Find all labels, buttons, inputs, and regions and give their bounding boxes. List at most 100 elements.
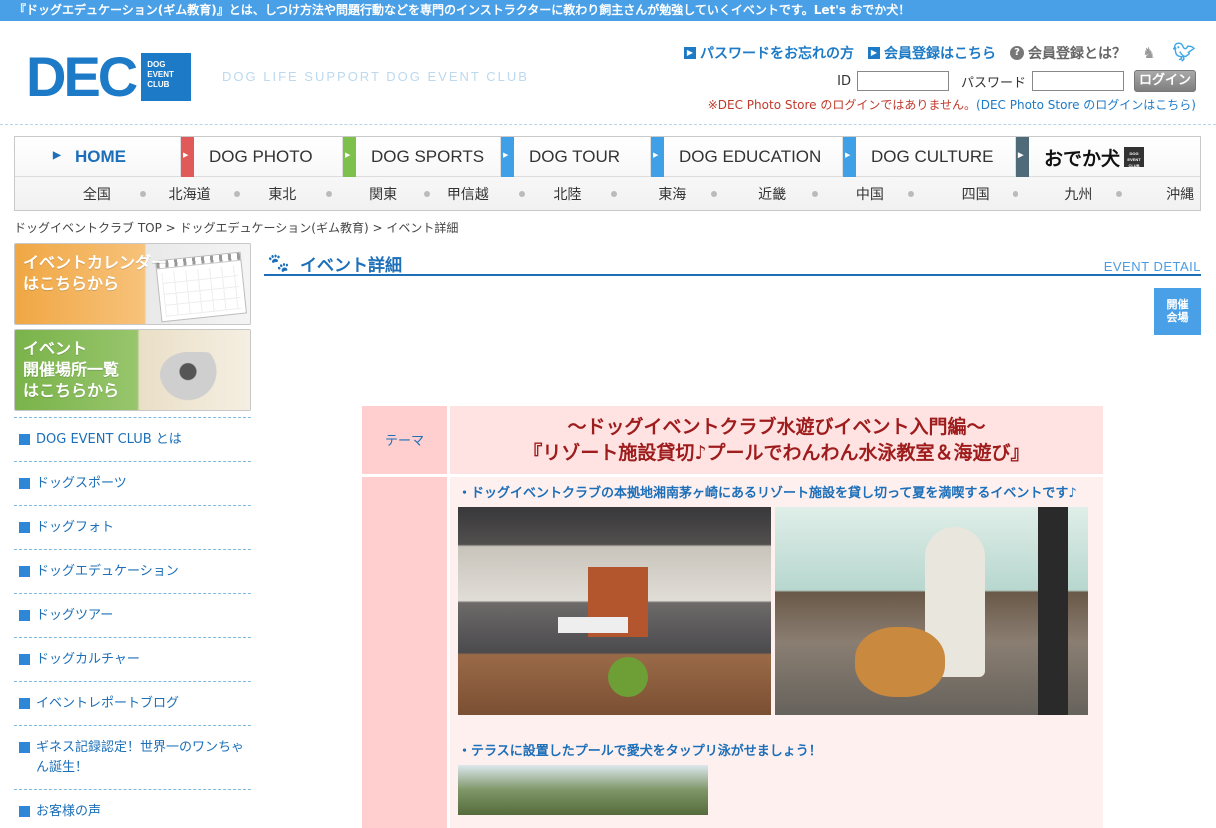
password-input[interactable]: [1032, 71, 1124, 91]
event-calendar-banner-text: イベントカレンダー はこちらから: [23, 253, 168, 293]
venue-list-banner-text: イベント 開催場所一覧 はこちらから: [23, 339, 120, 400]
main-heading: 🐾︎ イベント詳細 EVENT DETAIL: [264, 250, 1201, 276]
side-menu-item[interactable]: ドッグカルチャー: [14, 638, 251, 682]
square-bullet-icon: [19, 566, 30, 577]
pool-description: ・テラスに設置したプールで愛犬をタップリ泳がせましょう！: [458, 744, 822, 759]
nav-dog-culture-label: DOG CULTURE: [871, 147, 994, 166]
about-membership-label: 会員登録とは？: [1028, 46, 1126, 62]
forgot-password-label: パスワードをお忘れの方: [700, 46, 854, 62]
twitter-icon[interactable]: 🐦︎: [1172, 43, 1196, 63]
side-menu-item[interactable]: ドッグエデュケーション: [14, 550, 251, 594]
global-nav: ▶ HOME DOG PHOTO DOG SPORTS DOG TOUR DOG…: [14, 136, 1201, 211]
nav-dog-photo-label: DOG PHOTO: [209, 147, 313, 166]
region-tohoku[interactable]: 東北: [262, 184, 302, 204]
nav-main: ▶ HOME DOG PHOTO DOG SPORTS DOG TOUR DOG…: [15, 137, 1200, 177]
square-bullet-icon: [19, 522, 30, 533]
region-kanto[interactable]: 関東: [363, 184, 403, 204]
region-hokkaido[interactable]: 北海道: [164, 184, 216, 204]
nav-marker: [843, 137, 856, 177]
nav-marker: [343, 137, 356, 177]
nav-dog-tour-label: DOG TOUR: [529, 147, 620, 166]
header-links: ▶ パスワードをお忘れの方 ▶ 会員登録はこちら ? 会員登録とは？ ♞ 🐦︎: [684, 43, 1196, 63]
play-icon: ▶: [53, 150, 61, 161]
dot-separator: [611, 190, 618, 197]
event-calendar-banner[interactable]: イベントカレンダー はこちらから: [14, 243, 251, 325]
register-label: 会員登録はこちら: [884, 46, 996, 62]
page-title-en: EVENT DETAIL: [1103, 259, 1201, 274]
photo-store-login-link[interactable]: (DEC Photo Store のログインはこちら): [976, 98, 1196, 112]
nav-dog-culture[interactable]: DOG CULTURE: [843, 137, 1016, 177]
logo-tagline: DOG LIFE SUPPORT DOG EVENT CLUB: [222, 69, 529, 84]
header: DEC DOG EVENT CLUB DOG LIFE SUPPORT DOG …: [0, 21, 1216, 125]
nav-dog-sports[interactable]: DOG SPORTS: [343, 137, 501, 177]
arrow-icon: ▶: [868, 47, 880, 59]
dog-icon[interactable]: ♞: [1140, 44, 1158, 62]
dot-separator: [234, 190, 241, 197]
resort-interior-photo: [458, 507, 771, 715]
id-label: ID: [837, 73, 851, 89]
region-koshinetsu[interactable]: 甲信越: [442, 184, 494, 204]
region-kinki[interactable]: 近畿: [752, 184, 792, 204]
side-menu-item[interactable]: ギネス記録認定！世界一のワンちゃん誕生！: [14, 726, 251, 790]
region-hokuriku[interactable]: 北陸: [548, 184, 588, 204]
side-menu-label: ドッグフォト: [36, 520, 115, 535]
register-link[interactable]: ▶ 会員登録はこちら: [868, 43, 996, 63]
top-banner-text: 『ドッグエデュケーション(ギム教育)』とは、しつけ方法や問題行動などを専門のイン…: [0, 0, 1216, 21]
square-bullet-icon: [19, 806, 30, 817]
logo-badge: DOG EVENT CLUB: [141, 53, 192, 101]
side-menu-label: ドッグエデュケーション: [36, 564, 179, 579]
question-icon: ?: [1010, 46, 1024, 60]
side-menu-item[interactable]: ドッグフォト: [14, 506, 251, 550]
region-shikoku[interactable]: 四国: [956, 184, 996, 204]
nav-marker: [651, 137, 664, 177]
dot-separator: [811, 190, 818, 197]
nav-odekaken-badge: DOG EVENT CLUB: [1124, 147, 1145, 168]
event-title-line1: ～ドッグイベントクラブ水遊びイベント入門編～: [567, 416, 986, 438]
nav-dog-education[interactable]: DOG EDUCATION: [651, 137, 843, 177]
calendar-icon: [154, 251, 248, 323]
site-logo[interactable]: DEC DOG EVENT CLUB: [26, 45, 192, 108]
login-button[interactable]: ログイン: [1134, 70, 1196, 92]
breadcrumb[interactable]: ドッグイベントクラブ TOP > ドッグエデュケーション(ギム教育) > イベン…: [14, 219, 458, 236]
side-menu-label: ドッグスポーツ: [36, 476, 127, 491]
about-membership-link[interactable]: ? 会員登録とは？: [1010, 43, 1126, 63]
venue-list-banner[interactable]: イベント 開催場所一覧 はこちらから: [14, 329, 251, 411]
dot-separator: [711, 190, 718, 197]
event-title-line2: 『リゾート施設貸切♪プールでわんわん水泳教室＆海遊び』: [523, 442, 1030, 464]
side-menu-item[interactable]: DOG EVENT CLUB とは: [14, 417, 251, 462]
square-bullet-icon: [19, 478, 30, 489]
forgot-password-link[interactable]: ▶ パスワードをお忘れの方: [684, 43, 854, 63]
side-menu-label: ギネス記録認定！世界一のワンちゃん誕生！: [36, 740, 245, 775]
nav-dog-education-label: DOG EDUCATION: [679, 147, 822, 166]
nav-odekaken[interactable]: おでか犬 DOG EVENT CLUB: [1016, 137, 1200, 177]
region-nav: 全国 北海道 東北 関東 甲信越 北陸 東海 近畿 中国 四国 九州 沖縄: [15, 177, 1200, 210]
region-all[interactable]: 全国: [73, 184, 121, 204]
side-menu-item[interactable]: お客様の声: [14, 790, 251, 828]
square-bullet-icon: [19, 434, 30, 445]
login-note: ※DEC Photo Store のログインではありません。(DEC Photo…: [708, 96, 1196, 113]
side-menu: DOG EVENT CLUB とは ドッグスポーツ ドッグフォト ドッグエデュケ…: [14, 417, 251, 828]
logo-wordmark: DEC: [26, 45, 138, 108]
id-input[interactable]: [856, 71, 949, 91]
sidebar: イベントカレンダー はこちらから イベント 開催場所一覧 はこちらから DOG …: [14, 243, 251, 828]
nav-home[interactable]: ▶ HOME: [15, 137, 181, 177]
dot-separator: [326, 190, 333, 197]
login-note-text: ※DEC Photo Store のログインではありません。: [707, 98, 977, 112]
dot-separator: [1012, 190, 1019, 197]
region-chugoku[interactable]: 中国: [850, 184, 890, 204]
side-menu-item[interactable]: ドッグスポーツ: [14, 462, 251, 506]
region-tokai[interactable]: 東海: [652, 184, 692, 204]
venue-button[interactable]: 開催 会場: [1154, 288, 1201, 335]
nav-dog-tour[interactable]: DOG TOUR: [501, 137, 651, 177]
side-menu-label: ドッグカルチャー: [36, 652, 140, 667]
nav-dog-photo[interactable]: DOG PHOTO: [181, 137, 343, 177]
side-menu-item[interactable]: ドッグツアー: [14, 594, 251, 638]
region-okinawa[interactable]: 沖縄: [1160, 184, 1200, 204]
square-bullet-icon: [19, 742, 30, 753]
side-menu-item[interactable]: イベントレポートブログ: [14, 682, 251, 726]
region-kyushu[interactable]: 九州: [1058, 184, 1098, 204]
pool-photo: [458, 765, 708, 815]
event-description: ・ドッグイベントクラブの本拠地湘南茅ヶ崎にあるリゾート施設を貸し切って夏を満喫す…: [458, 486, 1077, 501]
event-title: ～ドッグイベントクラブ水遊びイベント入門編～ 『リゾート施設貸切♪プールでわんわ…: [450, 406, 1103, 474]
event-detail-table: テーマ ～ドッグイベントクラブ水遊びイベント入門編～ 『リゾート施設貸切♪プール…: [359, 403, 1106, 828]
